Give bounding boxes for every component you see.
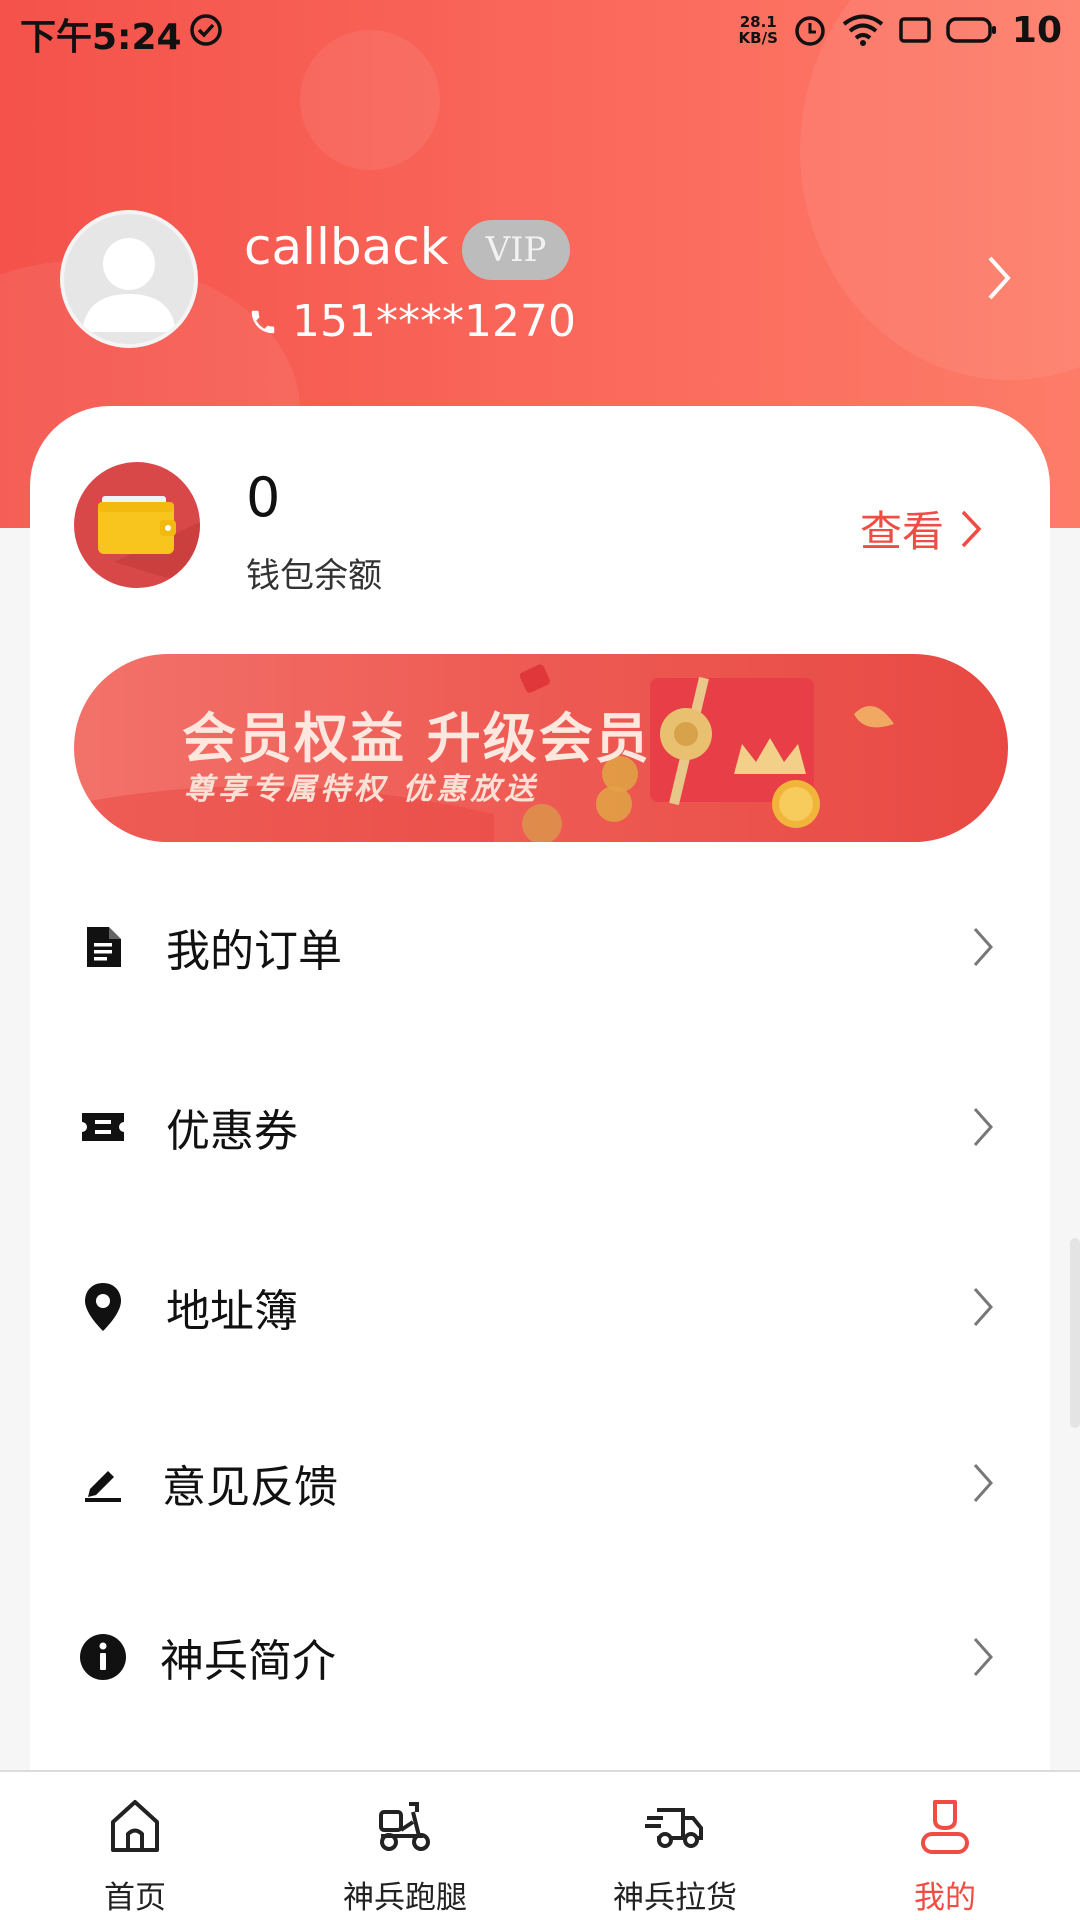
nav-item-errand[interactable]: 神兵跑腿 [270,1772,540,1920]
pencil-icon [78,1458,128,1508]
vip-badge: VIP [462,220,570,280]
home-icon [111,1800,159,1852]
status-time: 下午5:24 [20,17,182,58]
battery-level: 10 [1011,9,1062,51]
user-icon [921,1800,969,1854]
vip-upgrade-banner[interactable]: 会员权益 升级会员 尊享专属特权 优惠放送 [74,654,1008,842]
chevron-right-icon [973,928,994,966]
phone-icon [251,310,275,333]
nav-item-home[interactable]: 首页 [0,1772,270,1920]
info-icon [78,1632,128,1682]
wallet-view-button[interactable]: 查看 [860,498,982,559]
wifi-icon [842,14,884,46]
menu-item-address-book[interactable]: 地址簿 [30,1252,1050,1362]
scooter-icon [379,1802,430,1851]
wallet-icon [98,496,200,588]
user-avatar-icon [82,238,176,332]
menu-label: 意见反馈 [162,1462,338,1513]
phone-number: 151****1270 [292,296,576,347]
nav-item-freight[interactable]: 神兵拉货 [540,1772,810,1920]
network-speed: 28.1 KB/S [739,14,778,46]
truck-icon [645,1808,703,1848]
chevron-right-icon [973,1288,994,1326]
menu-label: 神兵简介 [160,1636,336,1687]
wallet-icon-badge [74,462,200,588]
phone-row: 151****1270 [248,296,576,347]
chevron-right-icon [973,1464,994,1502]
nav-label: 首页 [104,1880,166,1916]
menu-item-orders[interactable]: 我的订单 [30,892,1050,1002]
screen-icon [899,17,931,43]
network-speed-unit: KB/S [738,29,778,47]
menu-item-coupons[interactable]: 优惠券 [30,1072,1050,1182]
nav-label: 神兵拉货 [613,1880,737,1916]
alarm-icon [795,16,825,46]
nav-label: 我的 [914,1880,976,1916]
check-circle-icon [190,14,222,46]
banner-subtitle: 尊享专属特权 优惠放送 [184,772,539,807]
location-pin-icon [78,1282,128,1332]
wallet-label: 钱包余额 [246,556,382,596]
document-icon [78,922,128,972]
menu-label: 地址簿 [166,1286,298,1337]
menu-label: 我的订单 [166,926,342,977]
scroll-handle[interactable] [1070,1238,1080,1428]
ticket-icon [78,1102,128,1152]
username[interactable]: callback [244,218,449,276]
wallet-amount: 0 [246,466,281,529]
status-icons: 28.1 KB/S 10 [739,6,1062,54]
menu-label: 优惠券 [166,1106,298,1157]
chevron-right-icon [973,1108,994,1146]
network-speed-value: 28.1 [739,13,777,31]
avatar[interactable] [60,210,198,348]
menu-item-feedback[interactable]: 意见反馈 [30,1428,1050,1538]
nav-label: 神兵跑腿 [343,1880,467,1916]
chevron-right-icon [973,1638,994,1676]
profile-chevron-right-icon[interactable] [986,254,1012,302]
banner-title: 会员权益 升级会员 [182,707,651,770]
chevron-right-icon [961,510,982,547]
status-bar: 下午5:24 28.1 KB/S 10 [0,0,1080,60]
battery-icon [946,17,996,43]
bottom-nav: 首页 神兵跑腿 神兵拉货 我的 [0,1770,1080,1920]
nav-item-mine[interactable]: 我的 [810,1772,1080,1920]
wallet-view-label: 查看 [860,507,945,556]
menu-item-about[interactable]: 神兵简介 [30,1602,1050,1712]
